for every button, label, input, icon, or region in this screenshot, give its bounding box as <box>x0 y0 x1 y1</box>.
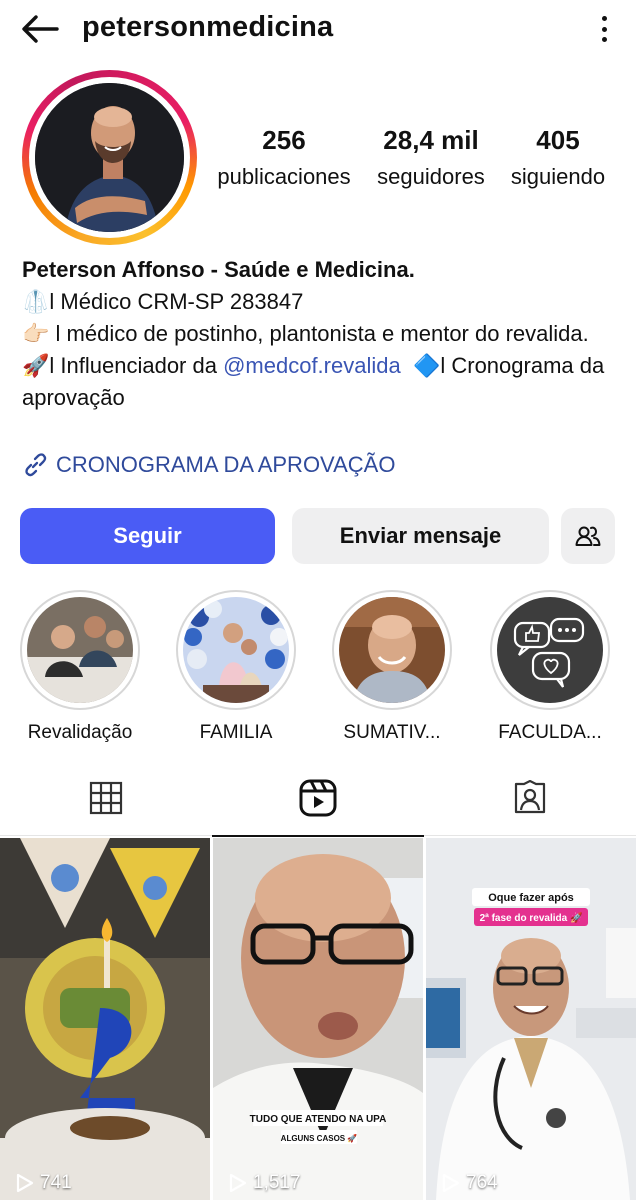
highlight-faculdade[interactable]: FACULDA... <box>488 590 612 744</box>
more-vertical-icon <box>601 16 607 21</box>
reels-icon <box>299 779 337 817</box>
highlight-cover <box>497 597 603 703</box>
tab-tagged[interactable] <box>424 760 636 836</box>
following-value: 405 <box>536 125 580 155</box>
back-button[interactable] <box>18 10 62 48</box>
play-icon <box>16 1173 34 1193</box>
add-person-icon <box>575 526 601 546</box>
avatar-photo <box>35 83 184 232</box>
grid-icon <box>89 781 123 815</box>
bio-line-2: 👉🏻 l médico de postinho, plantonista e m… <box>22 321 589 346</box>
reel-view-count: 1,517 <box>229 1172 301 1194</box>
link-text: CRONOGRAMA DA APROVAÇÃO <box>56 452 396 477</box>
highlight-familia[interactable]: FAMILIA <box>174 590 298 744</box>
profile-tabs <box>0 760 636 837</box>
suggested-users-button[interactable] <box>561 508 615 564</box>
more-options-button[interactable] <box>594 12 614 46</box>
highlight-cover <box>27 597 133 703</box>
lab-coat-icon: 🥼 <box>22 289 50 314</box>
reel-thumbnail: Oque fazer após 2ª fase do revalida 🚀 <box>426 838 636 1200</box>
following-count[interactable]: 405 siguiendo <box>500 125 616 190</box>
followers-value: 28,4 mil <box>383 125 479 155</box>
following-label: siguiendo <box>510 164 606 189</box>
arrow-left-icon <box>22 15 59 43</box>
rocket-icon: 🚀 <box>22 353 50 378</box>
pointing-hand-icon: 👉🏻 <box>22 321 50 346</box>
reel-tile[interactable]: Oque fazer após 2ª fase do revalida 🚀 76… <box>426 838 636 1200</box>
reel-thumbnail: TUDO QUE ATENDO NA UPA ALGUNS CASOS 🚀 <box>213 838 423 1200</box>
mention-link[interactable]: @medcof.revalida <box>223 353 401 378</box>
reel-subcaption: 2ª fase do revalida 🚀 <box>480 911 583 924</box>
blue-diamond-icon: 🔷 <box>412 353 441 378</box>
highlight-cover <box>183 597 289 703</box>
followers-label: seguidores <box>377 164 485 189</box>
top-bar: petersonmedicina <box>0 0 636 58</box>
highlight-label: FAMILIA <box>199 722 273 743</box>
reel-tile[interactable]: TUDO QUE ATENDO NA UPA ALGUNS CASOS 🚀 1,… <box>213 838 423 1200</box>
bio-line-3: 🚀l Influenciador da @medcof.revalida 🔷l … <box>22 353 605 410</box>
message-button[interactable]: Enviar mensaje <box>292 508 549 564</box>
highlight-sumativa[interactable]: SUMATIV... <box>330 590 454 744</box>
reel-subcaption: ALGUNS CASOS 🚀 <box>281 1133 358 1143</box>
highlight-label: Revalidação <box>27 722 133 743</box>
bio-line-1: 🥼l Médico CRM-SP 283847 <box>22 289 304 314</box>
link-icon <box>25 453 47 477</box>
reel-caption: TUDO QUE ATENDO NA UPA <box>250 1114 387 1125</box>
followers-count[interactable]: 28,4 mil seguidores <box>366 125 496 190</box>
highlight-revalidacao[interactable]: Revalidação <box>18 590 142 744</box>
profile-username: petersonmedicina <box>82 11 334 43</box>
profile-display-name: Peterson Affonso - Saúde e Medicina. <box>22 257 415 282</box>
story-ring[interactable] <box>22 70 197 245</box>
reel-caption: Oque fazer após <box>488 892 574 904</box>
posts-value: 256 <box>262 125 306 155</box>
avatar <box>35 83 184 232</box>
highlight-label: FACULDA... <box>498 722 602 743</box>
follow-button[interactable]: Seguir <box>20 508 275 564</box>
chat-bubbles-icon <box>497 597 603 703</box>
tab-grid[interactable] <box>0 760 212 836</box>
tagged-icon <box>514 780 546 814</box>
profile-bio: Peterson Affonso - Saúde e Medicina. 🥼l … <box>22 254 622 414</box>
reel-tile[interactable]: 741 <box>0 838 210 1200</box>
bio-external-link[interactable]: CRONOGRAMA DA APROVAÇÃO <box>22 450 395 480</box>
play-icon <box>229 1173 247 1193</box>
reel-view-count: 741 <box>16 1172 72 1194</box>
reel-thumbnail <box>0 838 210 1200</box>
posts-count[interactable]: 256 publicaciones <box>206 125 362 190</box>
reel-view-count: 764 <box>442 1172 498 1194</box>
play-icon <box>442 1173 460 1193</box>
posts-label: publicaciones <box>217 164 351 189</box>
highlight-cover <box>339 597 445 703</box>
tab-reels[interactable] <box>212 760 424 837</box>
highlight-label: SUMATIV... <box>343 722 441 743</box>
